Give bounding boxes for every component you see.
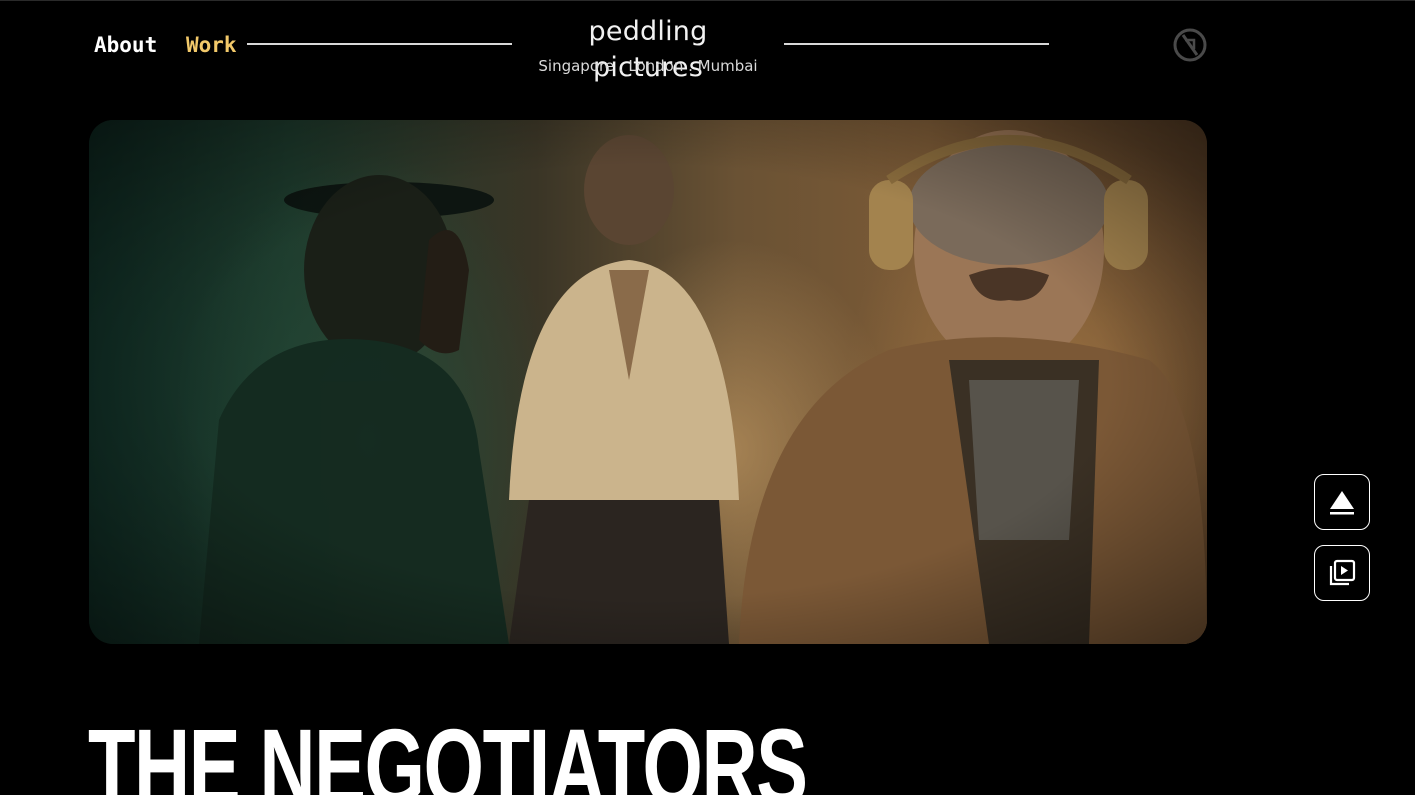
film-still-illustration [89, 120, 1207, 644]
video-library-icon [1329, 559, 1356, 586]
eject-up-icon [1330, 491, 1354, 515]
scroll-up-button[interactable] [1314, 474, 1370, 530]
hero-film-still[interactable] [89, 120, 1207, 644]
project-title: THE NEGOTIATORS [88, 706, 808, 795]
top-border [0, 0, 1415, 1]
header-divider-left [247, 43, 512, 45]
crossed-circle-icon [1173, 28, 1207, 62]
brand-locations: Singapore . London . Mumbai [538, 57, 758, 75]
header-divider-right [784, 43, 1049, 45]
nav-work-link[interactable]: Work [186, 31, 237, 59]
nav-about-link[interactable]: About [94, 31, 157, 59]
video-library-button[interactable] [1314, 545, 1370, 601]
theme-toggle-button[interactable] [1172, 27, 1208, 63]
